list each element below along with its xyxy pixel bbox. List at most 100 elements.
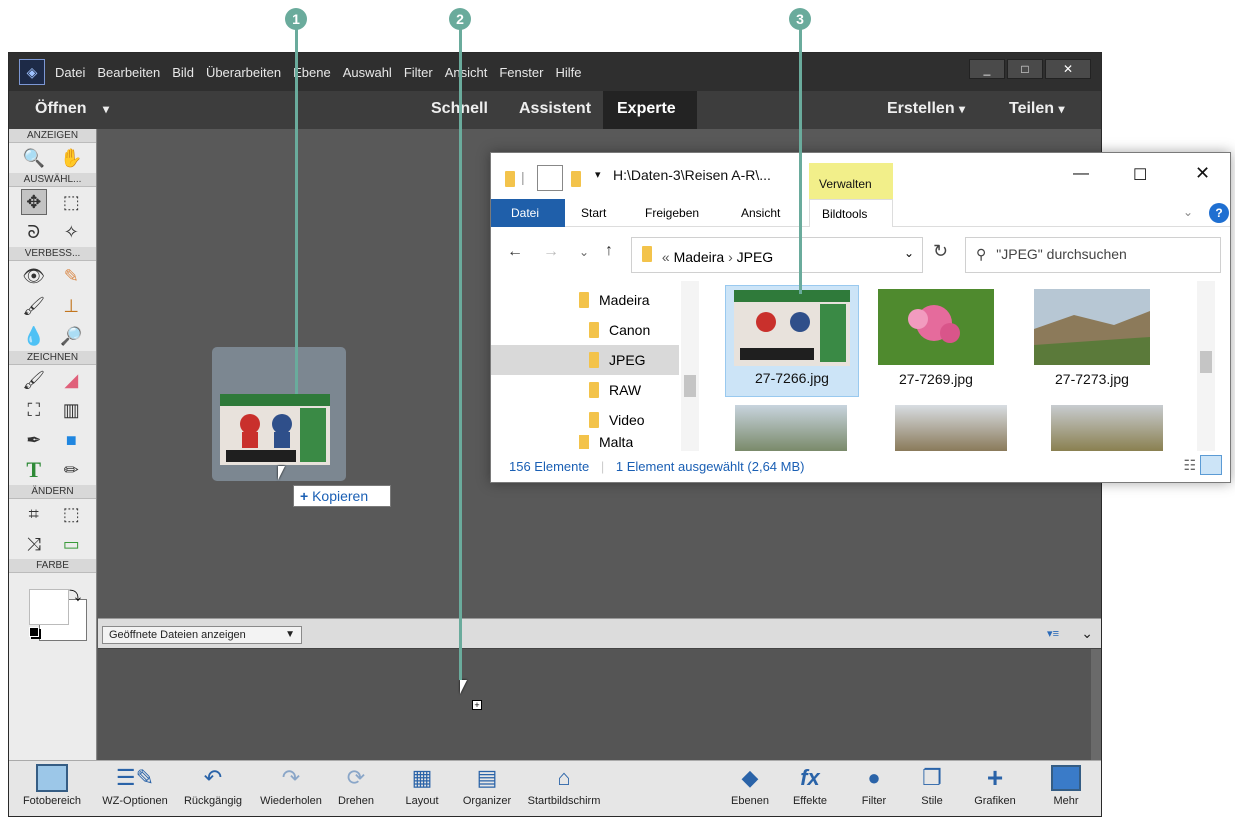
tree-scroll-thumb[interactable] [684, 375, 696, 397]
close-button[interactable]: ✕ [1045, 59, 1091, 79]
swap-colors-icon[interactable]: ⤵ [69, 587, 81, 604]
pencil-icon[interactable]: ✏ [58, 457, 84, 483]
graphics-button[interactable]: + Grafiken [965, 761, 1025, 816]
crop-icon[interactable]: ⌗ [21, 501, 47, 527]
content-move-icon[interactable]: ⤨ [21, 531, 47, 557]
hand-icon[interactable]: ✋ [58, 145, 84, 171]
maximize-icon[interactable]: ☐ [1133, 165, 1147, 185]
ribbon-tab-datei[interactable]: Datei [491, 199, 565, 227]
layout-button[interactable]: ▦ Layout [397, 761, 447, 816]
minimize-icon[interactable]: — [1073, 165, 1089, 183]
file-item[interactable]: 27-7269.jpg [869, 285, 1003, 387]
eyedropper-icon[interactable]: ✒ [21, 427, 47, 453]
ribbon-tab-bildtools[interactable]: Bildtools [809, 199, 893, 227]
color-swatches[interactable]: ⤵ [9, 573, 96, 643]
file-thumbnail[interactable] [735, 405, 847, 451]
ribbon-expand-icon[interactable]: ⌄ [1183, 205, 1193, 219]
bin-scrollbar[interactable] [1091, 649, 1101, 760]
clone-stamp-icon[interactable]: ⊥ [58, 293, 84, 319]
tree-item-raw[interactable]: RAW [589, 375, 641, 405]
bin-menu-icon[interactable]: ▾≡ [1047, 627, 1059, 640]
recompose-icon[interactable]: ⬚ [58, 501, 84, 527]
rotate-button[interactable]: ⟳ Drehen [331, 761, 381, 816]
sponge-icon[interactable]: 🔎 [58, 323, 84, 349]
maximize-button[interactable]: □ [1007, 59, 1043, 79]
text-tool-icon[interactable]: T [21, 457, 47, 483]
ribbon-tab-freigeben[interactable]: Freigeben [645, 206, 699, 220]
tree-item-malta[interactable]: Malta [579, 435, 633, 449]
zoom-icon[interactable]: 🔍 [21, 145, 47, 171]
menu-bearbeiten[interactable]: Bearbeiten [97, 65, 160, 80]
move-tool-icon[interactable]: ✥ [20, 189, 47, 215]
shape-icon[interactable]: ■ [58, 427, 84, 453]
quick-select-icon[interactable]: ✧ [58, 219, 84, 245]
help-icon[interactable]: ? [1209, 203, 1229, 223]
foreground-color-swatch[interactable] [29, 589, 69, 625]
details-view-icon[interactable]: ☷ [1183, 457, 1196, 474]
open-files-dropdown[interactable]: Geöffnete Dateien anzeigen ▼ [102, 626, 302, 644]
menu-ansicht[interactable]: Ansicht [445, 65, 488, 80]
smart-brush-icon[interactable]: 🖌 [21, 293, 47, 319]
menu-bild[interactable]: Bild [172, 65, 194, 80]
up-arrow-icon[interactable]: ↑ [605, 242, 613, 260]
eraser-icon[interactable]: ◢ [58, 367, 84, 393]
file-item-selected[interactable]: 27-7266.jpg [725, 285, 859, 397]
large-icons-view-icon[interactable] [1200, 455, 1222, 475]
tree-scrollbar[interactable] [681, 281, 699, 451]
collapse-chevron-icon[interactable]: ⌄ [1081, 625, 1093, 642]
tab-experte[interactable]: Experte [603, 91, 697, 129]
ribbon-tab-start[interactable]: Start [581, 206, 606, 220]
organizer-button[interactable]: ▤ Organizer [455, 761, 519, 816]
styles-button[interactable]: ❐ Stile [907, 761, 957, 816]
gradient-icon[interactable]: ▥ [58, 397, 84, 423]
healing-brush-icon[interactable]: ✎ [58, 263, 84, 289]
files-scroll-thumb[interactable] [1200, 351, 1212, 373]
tree-item-canon[interactable]: Canon [589, 315, 650, 345]
undo-button[interactable]: ↶ Rückgängig [175, 761, 251, 816]
minimize-button[interactable]: _ [969, 59, 1005, 79]
address-bar[interactable]: « Madeira › JPEG ⌄ [631, 237, 923, 273]
menu-filter[interactable]: Filter [404, 65, 433, 80]
photo-bin[interactable] [98, 648, 1101, 760]
file-thumbnail[interactable] [895, 405, 1007, 451]
menu-ebene[interactable]: Ebene [293, 65, 331, 80]
menu-auswahl[interactable]: Auswahl [343, 65, 392, 80]
default-colors-icon[interactable] [29, 627, 39, 637]
close-icon[interactable]: ✕ [1195, 163, 1210, 184]
more-button[interactable]: Mehr [1037, 761, 1095, 816]
tree-item-madeira[interactable]: Madeira [579, 285, 650, 315]
open-button[interactable]: Öffnen ▾ [35, 100, 109, 118]
tree-item-jpeg[interactable]: JPEG [491, 345, 679, 375]
filter-button[interactable]: ● Filter [849, 761, 899, 816]
lasso-icon[interactable]: ᘐ [21, 219, 47, 245]
menu-fenster[interactable]: Fenster [499, 65, 543, 80]
menu-hilfe[interactable]: Hilfe [555, 65, 581, 80]
qat-dropdown-icon[interactable]: ▾ [595, 168, 601, 181]
breadcrumb-madeira[interactable]: Madeira [674, 249, 725, 265]
back-arrow-icon[interactable]: ← [507, 243, 523, 261]
marquee-icon[interactable]: ⬚ [58, 189, 84, 215]
breadcrumb-jpeg[interactable]: JPEG [737, 249, 774, 265]
tree-item-video[interactable]: Video [589, 405, 645, 435]
tab-assistent[interactable]: Assistent [519, 100, 591, 118]
brush-icon[interactable]: 🖌 [21, 367, 47, 393]
effects-button[interactable]: fx Effekte [785, 761, 835, 816]
ribbon-tab-ansicht[interactable]: Ansicht [741, 206, 780, 220]
file-thumbnail[interactable] [1051, 405, 1163, 451]
redo-button[interactable]: ↷ Wiederholen [253, 761, 329, 816]
layers-button[interactable]: ◆ Ebenen [725, 761, 775, 816]
file-item[interactable]: 27-7273.jpg [1025, 285, 1159, 387]
quick-access-checkbox[interactable] [537, 165, 563, 191]
forward-arrow-icon[interactable]: → [543, 243, 559, 261]
red-eye-icon[interactable]: 👁 [21, 263, 47, 289]
home-screen-button[interactable]: ⌂ Startbildschirm [519, 761, 609, 816]
photo-bin-button[interactable]: Fotobereich [13, 761, 91, 816]
paint-bucket-icon[interactable]: ⛶ [21, 397, 47, 423]
share-button[interactable]: Teilen ▾ [1009, 100, 1065, 118]
files-scrollbar[interactable] [1197, 281, 1215, 451]
refresh-icon[interactable]: ↻ [933, 241, 948, 262]
menu-ueberarbeiten[interactable]: Überarbeiten [206, 65, 281, 80]
search-input[interactable]: ⚲ "JPEG" durchsuchen [965, 237, 1221, 273]
tool-options-button[interactable]: ☰✎ WZ-Optionen [95, 761, 175, 816]
recent-dropdown-icon[interactable]: ⌄ [579, 245, 589, 259]
